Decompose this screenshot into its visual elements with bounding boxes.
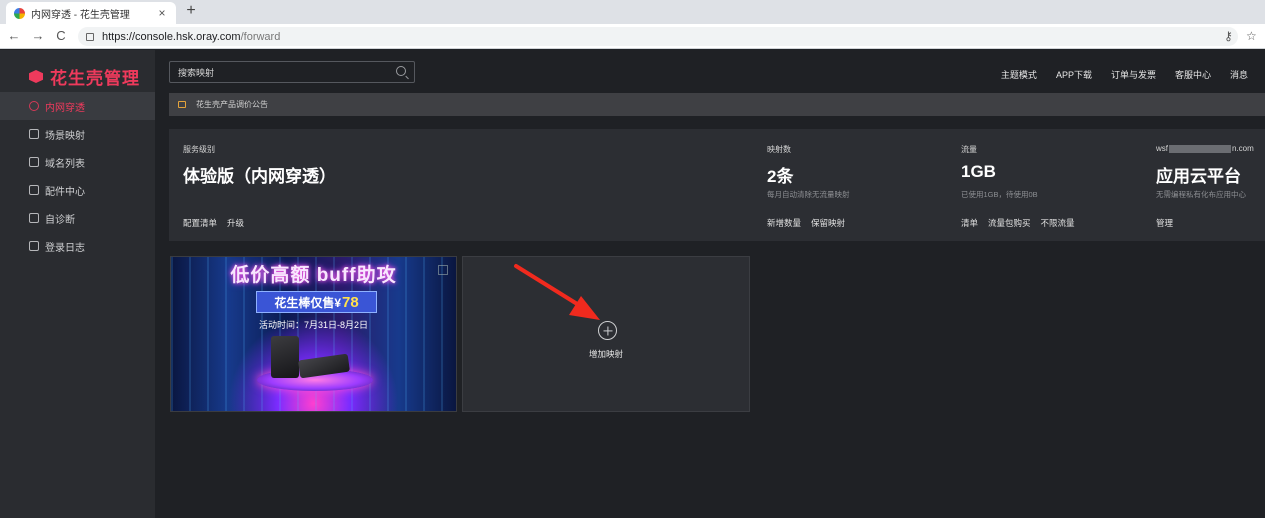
stat-sub: 每月自动清除无流量映射 (767, 190, 850, 199)
sidebar-item-login-log[interactable]: 登录日志 (0, 232, 155, 260)
reload-button[interactable]: C (53, 28, 69, 43)
key-icon[interactable]: ⚷ (1224, 29, 1233, 43)
logo[interactable]: 花生壳管理 (28, 64, 140, 89)
banner-price: 花生棒仅售¥ 78 (256, 291, 377, 313)
notice-bar[interactable]: 花生壳产品调价公告 (169, 93, 1265, 116)
stat-value: 2条 (767, 167, 794, 186)
add-quantity-link[interactable]: 新增数量 (767, 217, 801, 229)
sidebar: 花生壳管理 内网穿透 场景映射 域名列表 配件中心 自诊断 登录日志 (0, 50, 155, 518)
stats-panel: 服务级别 体验版（内网穿透） 配置清单 升级 映射数 2条 每月自动清除无流量映… (169, 129, 1265, 241)
manage-link[interactable]: 管理 (1156, 217, 1173, 229)
stat-label: 服务级别 (183, 145, 215, 154)
domain-icon (29, 157, 39, 167)
plus-circle-icon[interactable] (598, 321, 617, 340)
sidebar-item-accessories[interactable]: 配件中心 (0, 176, 155, 204)
notice-text[interactable]: 花生壳产品调价公告 (196, 99, 268, 110)
sidebar-item-scene-mapping[interactable]: 场景映射 (0, 120, 155, 148)
stat-links: 新增数量 保留映射 (767, 217, 845, 229)
add-mapping-label[interactable]: 增加映射 (463, 348, 749, 360)
lock-icon (86, 32, 94, 41)
unlimited-traffic-link[interactable]: 不限流量 (1041, 217, 1075, 229)
logo-text: 花生壳管理 (50, 69, 140, 88)
sidebar-item-label: 域名列表 (45, 158, 85, 170)
annotation-arrow-icon (514, 264, 600, 320)
peanut-logo-icon (28, 68, 45, 85)
globe-icon (29, 101, 39, 111)
redacted-block (1169, 144, 1231, 153)
stat-value: 体验版（内网穿透） (183, 167, 336, 186)
nav-orders-invoices[interactable]: 订单与发票 (1111, 68, 1156, 81)
stat-links: 配置清单 升级 (183, 217, 244, 229)
promo-banner[interactable]: 低价高额 buff助攻 花生棒仅售¥ 78 活动时间：7月31日-8月2日 (170, 256, 457, 412)
search-placeholder: 搜索映射 (178, 67, 215, 78)
sidebar-item-domains[interactable]: 域名列表 (0, 148, 155, 176)
address-bar-row: ← → C https://console.hsk.oray.com/forwa… (0, 24, 1265, 49)
sidebar-menu: 内网穿透 场景映射 域名列表 配件中心 自诊断 登录日志 (0, 92, 155, 260)
diagnose-icon (29, 213, 39, 223)
stat-value: 应用云平台 (1156, 167, 1241, 186)
device-image (271, 336, 299, 378)
forward-button[interactable]: → (30, 28, 46, 43)
stat-links: 管理 (1156, 217, 1173, 229)
buy-traffic-link[interactable]: 流量包购买 (988, 217, 1031, 229)
close-tab-icon[interactable]: × (156, 6, 168, 20)
url-path: /forward (240, 30, 281, 43)
app-root: 花生壳管理 内网穿透 场景映射 域名列表 配件中心 自诊断 登录日志 搜索映射 … (0, 50, 1265, 518)
tab-title: 内网穿透 - 花生壳管理 (31, 9, 130, 21)
stat-label: 映射数 (767, 145, 791, 154)
add-mapping-card[interactable]: 增加映射 (462, 256, 750, 412)
route-icon (29, 129, 39, 139)
log-icon (29, 241, 39, 251)
grid-icon (29, 185, 39, 195)
stat-value: 1GB (961, 162, 996, 181)
stat-links: 清单 流量包购买 不限流量 (961, 217, 1075, 229)
favicon-icon (14, 7, 25, 19)
url-host: https://console.hsk.oray.com (102, 30, 241, 43)
browser-tab-bar: 内网穿透 - 花生壳管理 × + (0, 0, 1265, 24)
account-email: wsf n.com (1156, 144, 1254, 153)
traffic-list-link[interactable]: 清单 (961, 217, 978, 229)
close-banner-icon[interactable] (438, 265, 448, 275)
browser-tab[interactable]: 内网穿透 - 花生壳管理 × (6, 2, 176, 24)
nav-theme-mode[interactable]: 主题模式 (1001, 68, 1037, 81)
sidebar-item-intranet[interactable]: 内网穿透 (0, 92, 155, 120)
banner-date: 活动时间：7月31日-8月2日 (258, 320, 369, 330)
config-list-link[interactable]: 配置清单 (183, 217, 217, 229)
search-input[interactable]: 搜索映射 (169, 61, 415, 83)
url-field[interactable]: https://console.hsk.oray.com/forward (78, 27, 1238, 46)
keep-mapping-link[interactable]: 保留映射 (811, 217, 845, 229)
back-button[interactable]: ← (6, 28, 22, 43)
stat-sub: 无需编程私有化布应用中心 (1156, 190, 1246, 199)
nav-messages[interactable]: 消息 (1230, 68, 1248, 81)
sidebar-item-diagnose[interactable]: 自诊断 (0, 204, 155, 232)
new-tab-button[interactable]: + (183, 2, 199, 20)
sidebar-item-label: 内网穿透 (45, 102, 85, 114)
sidebar-item-label: 登录日志 (45, 242, 85, 254)
stat-label: 流量 (961, 145, 977, 154)
sidebar-item-label: 配件中心 (45, 186, 85, 198)
sidebar-item-label: 场景映射 (45, 130, 85, 142)
speaker-icon (178, 101, 186, 108)
nav-customer-service[interactable]: 客服中心 (1175, 68, 1211, 81)
stat-sub: 已使用1GB，待使用0B (961, 190, 1038, 199)
sidebar-item-label: 自诊断 (45, 214, 75, 226)
banner-headline: 低价高额 buff助攻 (230, 265, 397, 286)
search-icon[interactable] (396, 66, 406, 76)
nav-app-download[interactable]: APP下载 (1056, 68, 1092, 81)
upgrade-link[interactable]: 升级 (227, 217, 244, 229)
top-nav: 主题模式 APP下载 订单与发票 客服中心 消息 (1001, 68, 1248, 81)
bookmark-star-icon[interactable]: ☆ (1246, 29, 1257, 43)
